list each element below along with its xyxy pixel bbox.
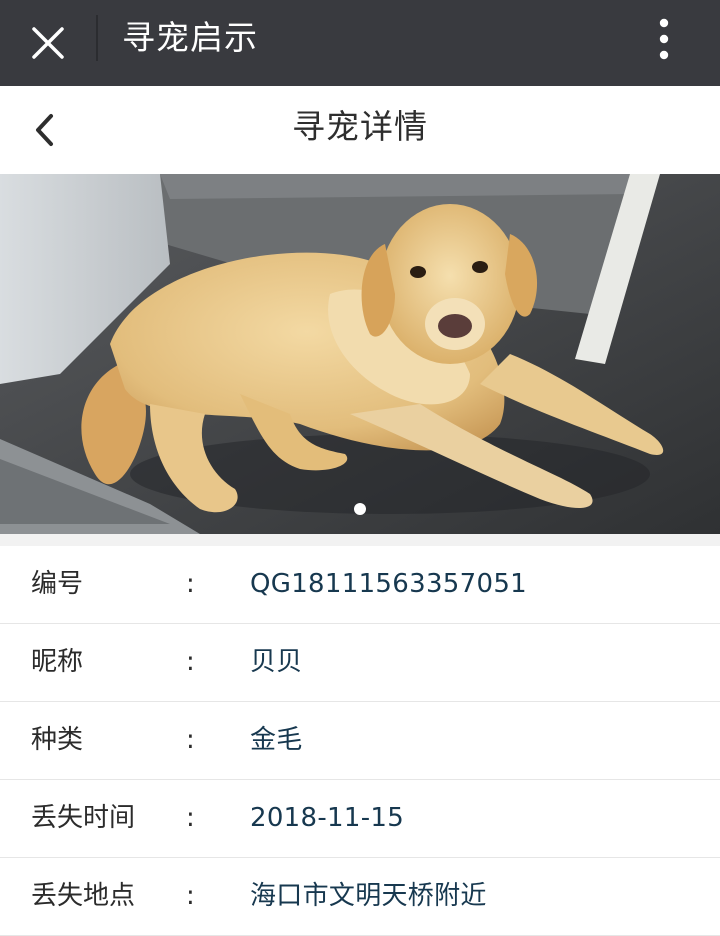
pet-photo[interactable] xyxy=(0,174,720,534)
chevron-left-icon[interactable] xyxy=(22,108,66,152)
detail-label: 种类 xyxy=(31,725,84,755)
detail-row-id: 编号 : QG18111563357051 xyxy=(0,546,720,624)
detail-value: 2018-11-15 xyxy=(250,803,405,833)
detail-row-lost-date: 丢失时间 : 2018-11-15 xyxy=(0,780,720,858)
detail-value: 金毛 xyxy=(250,725,303,755)
detail-colon: : xyxy=(186,647,195,677)
detail-label: 丢失地点 xyxy=(31,881,136,911)
detail-value: 海口市文明天桥附近 xyxy=(250,881,487,911)
detail-colon: : xyxy=(186,569,195,599)
detail-colon: : xyxy=(186,881,195,911)
carousel-dot-active[interactable] xyxy=(354,503,366,515)
detail-value: QG18111563357051 xyxy=(250,569,527,599)
pet-details-list: 编号 : QG18111563357051 昵称 : 贝贝 种类 : 金毛 丢失… xyxy=(0,546,720,936)
detail-label: 编号 xyxy=(31,569,84,599)
detail-row-breed: 种类 : 金毛 xyxy=(0,702,720,780)
carousel-indicator xyxy=(0,503,720,517)
detail-label: 丢失时间 xyxy=(31,803,136,833)
detail-row-nickname: 昵称 : 贝贝 xyxy=(0,624,720,702)
section-gap xyxy=(0,534,720,546)
detail-value: 贝贝 xyxy=(250,647,303,677)
detail-label: 昵称 xyxy=(31,647,84,677)
window-title: 寻宠启示 xyxy=(122,18,258,57)
close-icon[interactable] xyxy=(22,17,74,69)
app-topbar: 寻宠启示 xyxy=(0,0,720,86)
page-title: 寻宠详情 xyxy=(292,107,428,146)
detail-colon: : xyxy=(186,725,195,755)
more-vertical-icon[interactable] xyxy=(640,14,688,64)
detail-colon: : xyxy=(186,803,195,833)
page-header: 寻宠详情 xyxy=(0,86,720,174)
detail-row-lost-location: 丢失地点 : 海口市文明天桥附近 xyxy=(0,858,720,936)
topbar-divider xyxy=(96,15,98,61)
